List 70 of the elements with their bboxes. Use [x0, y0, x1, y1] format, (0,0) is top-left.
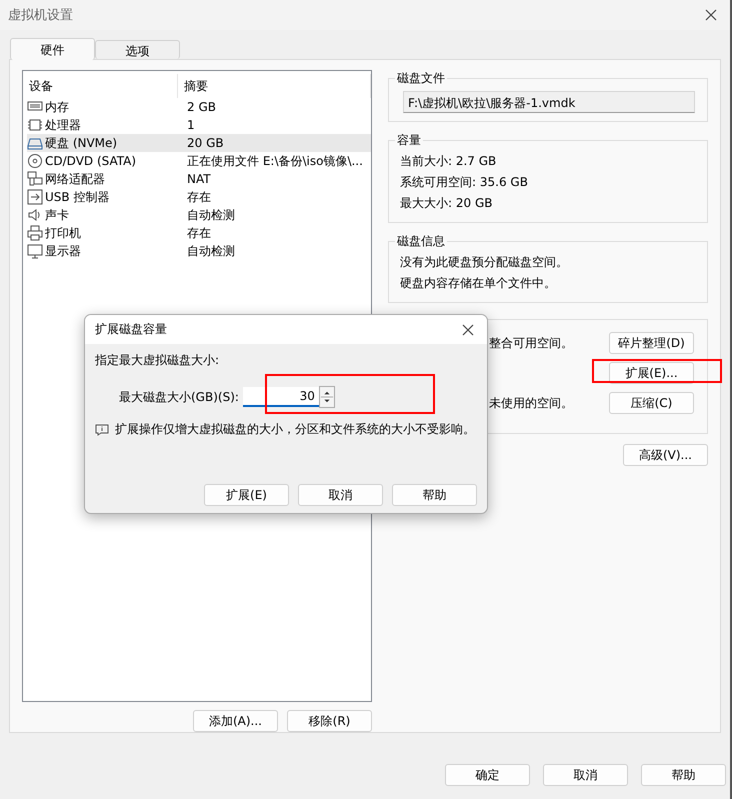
- advanced-button[interactable]: 高级(V)...: [623, 444, 708, 466]
- size-label: 最大磁盘大小(GB)(S):: [119, 388, 239, 406]
- tab[interactable]: 选项: [95, 40, 180, 59]
- dialog-button[interactable]: 取消: [543, 764, 628, 786]
- capacity-text: 当前大小: 2.7 GB: [399, 153, 498, 170]
- group-title: 容量: [396, 132, 422, 149]
- device-row[interactable]: CD/DVD (SATA) 正在使用文件 E:\备份\iso镜像\...: [27, 152, 371, 170]
- device-name: 声卡: [45, 206, 69, 224]
- window-title: 虚拟机设置: [8, 7, 73, 24]
- device-summary: 自动检测: [186, 242, 236, 260]
- device-name: 网络适配器: [45, 170, 105, 188]
- device-summary: 2 GB: [186, 100, 217, 114]
- usb-icon: [27, 189, 43, 205]
- dialog-button[interactable]: 确定: [445, 764, 530, 786]
- close-icon[interactable]: [704, 8, 718, 22]
- device-summary: 1: [186, 118, 196, 132]
- size-field[interactable]: 30: [242, 387, 319, 407]
- capacity-text: 系统可用空间: 35.6 GB: [399, 174, 529, 191]
- utility-text: 整合可用空间。: [489, 334, 573, 352]
- device-row[interactable]: 显示器 自动检测: [27, 242, 371, 260]
- device-summary: 20 GB: [186, 136, 225, 150]
- device-summary: 正在使用文件 E:\备份\iso镜像\...: [186, 152, 364, 170]
- device-row[interactable]: 内存 2 GB: [27, 98, 371, 116]
- dialog-button[interactable]: 扩展(E): [204, 484, 289, 506]
- device-summary: NAT: [186, 172, 212, 186]
- device-summary: 存在: [186, 224, 212, 242]
- device-row[interactable]: 硬盘 (NVMe) 20 GB: [27, 134, 371, 152]
- device-row[interactable]: USB 控制器 存在: [27, 188, 371, 206]
- device-row[interactable]: 声卡 自动检测: [27, 206, 371, 224]
- display-icon: [27, 243, 43, 259]
- printer-icon: [27, 225, 43, 241]
- note-text: 扩展操作仅增大虚拟磁盘的大小，分区和文件系统的大小不受影响。: [115, 421, 475, 438]
- utility-button[interactable]: 扩展(E)...: [609, 362, 694, 384]
- utility-button[interactable]: 压缩(C): [609, 392, 694, 414]
- dialog-title: 扩展磁盘容量: [95, 321, 167, 338]
- device-name: 处理器: [45, 116, 81, 134]
- device-name: 打印机: [45, 224, 81, 242]
- dialog-button[interactable]: 帮助: [641, 764, 726, 786]
- dialog-button[interactable]: 取消: [298, 484, 383, 506]
- utility-text: 未使用的空间。: [489, 394, 573, 412]
- device-name: CD/DVD (SATA): [45, 154, 136, 168]
- device-name: 硬盘 (NVMe): [45, 134, 118, 152]
- info-text: 硬盘内容存储在单个文件中。: [399, 275, 557, 292]
- prompt-text: 指定最大虚拟磁盘大小:: [95, 352, 220, 369]
- utility-button[interactable]: 碎片整理(D): [609, 332, 694, 354]
- spin-arrows-icon[interactable]: [318, 386, 335, 408]
- device-row[interactable]: 处理器 1: [27, 116, 371, 134]
- device-name: 内存: [45, 98, 69, 116]
- device-name: USB 控制器: [45, 188, 110, 206]
- column-header[interactable]: 摘要: [178, 74, 371, 98]
- info-icon: [95, 424, 109, 436]
- cdrom-icon: [27, 153, 43, 169]
- group-title: 磁盘文件: [396, 70, 446, 87]
- device-summary: 存在: [186, 188, 212, 206]
- dialog-button[interactable]: 帮助: [392, 484, 477, 506]
- group-title: 磁盘信息: [396, 233, 446, 250]
- network-icon: [27, 171, 43, 187]
- cpu-icon: [27, 117, 43, 133]
- device-button[interactable]: 移除(R): [287, 710, 372, 732]
- device-summary: 自动检测: [186, 206, 236, 224]
- info-text: 没有为此硬盘预分配磁盘空间。: [399, 254, 569, 271]
- column-header[interactable]: 设备: [23, 74, 178, 98]
- device-row[interactable]: 打印机 存在: [27, 224, 371, 242]
- device-row[interactable]: 网络适配器 NAT: [27, 170, 371, 188]
- device-button[interactable]: 添加(A)...: [193, 710, 278, 732]
- path-field[interactable]: F:\虚拟机\欧拉\服务器-1.vmdk: [403, 91, 695, 113]
- capacity-text: 最大大小: 20 GB: [399, 195, 494, 212]
- close-icon[interactable]: [461, 322, 475, 336]
- tab[interactable]: 硬件: [10, 38, 95, 60]
- device-name: 显示器: [45, 242, 81, 260]
